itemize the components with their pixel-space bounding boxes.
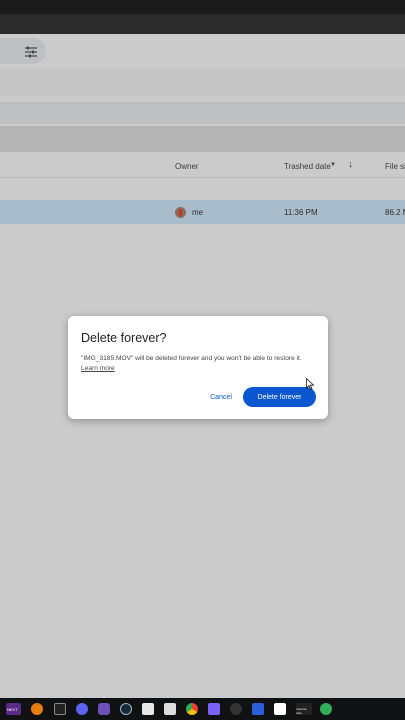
- dialog-message: "IMG_3185.MOV" will be deleted forever a…: [81, 354, 317, 374]
- filter-chips-band: [0, 126, 405, 152]
- delete-forever-button[interactable]: Delete forever: [243, 387, 316, 407]
- obs-icon[interactable]: [230, 703, 242, 715]
- taskbar: NEXT must be cute: [0, 698, 405, 720]
- toolbar-band: [0, 68, 405, 96]
- ea-app-icon[interactable]: [54, 703, 66, 715]
- capture-app-icon[interactable]: [142, 703, 154, 715]
- learn-more-link[interactable]: Learn more: [81, 365, 115, 372]
- wolf-app-icon[interactable]: [164, 703, 176, 715]
- chrome-icon[interactable]: [186, 703, 198, 715]
- filter-options-icon[interactable]: [24, 46, 38, 58]
- notice-band: [0, 102, 405, 124]
- caret-down-icon[interactable]: ▼: [330, 162, 336, 168]
- next-app-icon[interactable]: NEXT: [6, 703, 21, 715]
- steam-icon[interactable]: [120, 703, 132, 715]
- cancel-button[interactable]: Cancel: [204, 387, 238, 407]
- gamepad-icon[interactable]: [98, 703, 110, 715]
- table-row[interactable]: [0, 179, 405, 201]
- window-title-bar: [0, 0, 405, 14]
- dialog-title: Delete forever?: [81, 331, 167, 345]
- column-header-file-size[interactable]: File siz: [385, 162, 405, 171]
- must-be-cute-app-icon[interactable]: must be cute: [296, 703, 312, 715]
- notes-app-icon[interactable]: [208, 703, 220, 715]
- avatar: [175, 207, 186, 218]
- column-header-owner[interactable]: Owner: [175, 162, 199, 171]
- search-bar[interactable]: [0, 38, 46, 64]
- discord-icon[interactable]: [76, 703, 88, 715]
- column-header-trashed-date[interactable]: Trashed date: [284, 162, 331, 171]
- trashed-time-cell: 11:36 PM: [284, 208, 318, 217]
- sort-arrow-down-icon[interactable]: ↓: [348, 159, 353, 170]
- capcut-icon[interactable]: [274, 703, 286, 715]
- table-header: Owner Trashed date ▼ ↓ File siz: [0, 154, 405, 178]
- table-row-selected[interactable]: me 11:36 PM 86.2 M: [0, 200, 405, 224]
- owner-cell: me: [192, 208, 204, 217]
- game-app-icon[interactable]: [320, 703, 332, 715]
- mouse-pointer-icon: [306, 378, 314, 390]
- dialog-message-text: "IMG_3185.MOV" will be deleted forever a…: [81, 355, 302, 362]
- remote-app-icon[interactable]: [252, 703, 264, 715]
- delete-forever-dialog: Delete forever? "IMG_3185.MOV" will be d…: [68, 316, 328, 419]
- blender-icon[interactable]: [31, 703, 43, 715]
- file-size-cell: 86.2 M: [385, 208, 405, 217]
- browser-toolbar: [0, 14, 405, 34]
